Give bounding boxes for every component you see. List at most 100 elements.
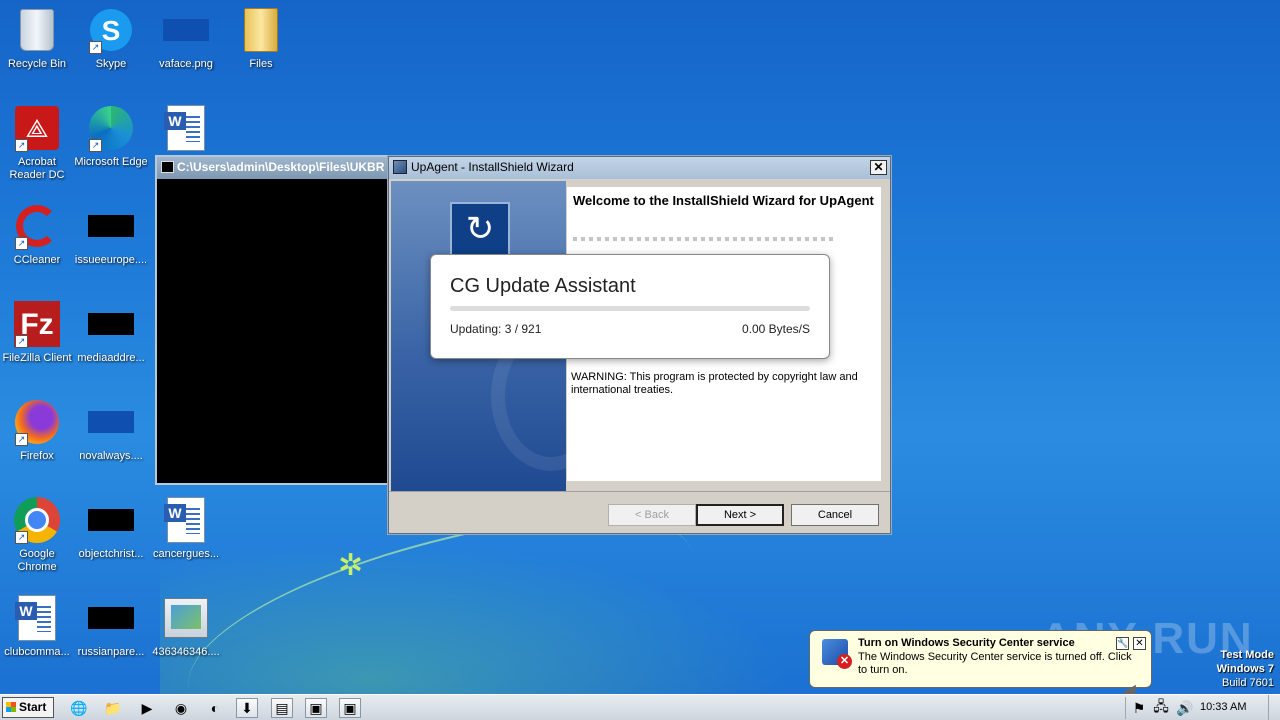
file-icon: [87, 496, 135, 544]
word-document-icon: W: [162, 104, 210, 152]
ccleaner-icon: ↗: [13, 202, 61, 250]
desktop-icon-label: 436346346....: [152, 646, 220, 658]
desktop-icon-word-doc[interactable]: W: [149, 104, 223, 156]
next-button[interactable]: Next >: [696, 504, 784, 526]
firefox-icon: ↗: [13, 398, 61, 446]
update-progress-bar: [450, 306, 810, 311]
action-center-tray-icon[interactable]: ⚑: [1128, 698, 1150, 718]
wizard-heading: Welcome to the InstallShield Wizard for …: [573, 193, 874, 208]
taskbar: Start 🌐 📁 ▶ ◉ ◐ ⬇ ▤ ▣ ▣ ⚑ 🖧 🔊 10:33 AM: [0, 694, 1280, 720]
windows-wallpaper-logo-icon: ✲: [338, 549, 364, 582]
installer-app-icon: [393, 160, 407, 174]
desktop-icon-label: Firefox: [20, 450, 54, 462]
edge-taskbar-icon[interactable]: ◐: [204, 698, 226, 718]
build-label: Build 7601: [1222, 677, 1274, 689]
desktop-icon-label: Skype: [95, 58, 127, 70]
explorer-taskbar-icon[interactable]: 📁: [102, 698, 124, 718]
desktop-icon-issueeurope[interactable]: issueeurope....: [74, 202, 148, 267]
file-icon: [87, 300, 135, 348]
desktop-icon-chrome[interactable]: ↗ Google Chrome: [0, 496, 74, 574]
desktop-icon-objectchrist[interactable]: objectchrist...: [74, 496, 148, 561]
test-mode-label: Test Mode: [1220, 649, 1274, 661]
chrome-taskbar-icon[interactable]: ◉: [170, 698, 192, 718]
tray-separator: [1125, 697, 1126, 719]
cmd-icon: [161, 161, 174, 173]
desktop-icon-novalways[interactable]: novalways....: [74, 398, 148, 463]
desktop-icon-filezilla[interactable]: Fz ↗ FileZilla Client: [0, 300, 74, 365]
desktop-icon-clubcomma[interactable]: W clubcomma...: [0, 594, 74, 659]
skype-icon: S ↗: [87, 6, 135, 54]
desktop-icon-label: Files: [249, 58, 273, 70]
back-button[interactable]: < Back: [608, 504, 696, 526]
system-info: Test Mode Windows 7 Build 7601: [1217, 648, 1274, 690]
desktop-icon-label: clubcomma...: [4, 646, 70, 658]
installshield-logo-icon: ↻: [450, 202, 510, 258]
acrobat-icon: ⟁ ↗: [13, 104, 61, 152]
close-button[interactable]: ✕: [870, 160, 887, 175]
options-icon[interactable]: 🔧: [1116, 637, 1129, 650]
os-label: Windows 7: [1216, 663, 1274, 675]
clock[interactable]: 10:33 AM: [1200, 701, 1246, 713]
update-speed: 0.00 Bytes/S: [741, 322, 810, 336]
wizard-titlebar[interactable]: UpAgent - InstallShield Wizard ✕: [389, 157, 890, 179]
file-icon: [87, 202, 135, 250]
desktop-icon-label: FileZilla Client: [2, 352, 72, 364]
error-icon: ✕: [837, 654, 852, 669]
update-popup-title: CG Update Assistant: [450, 275, 636, 297]
wizard-taskbar-icon[interactable]: ▣: [339, 698, 361, 718]
file-icon: [87, 594, 135, 642]
desktop-icon-label: Microsoft Edge: [74, 156, 148, 168]
desktop-icon-label: objectchrist...: [78, 548, 144, 560]
desktop-icon-label: Acrobat Reader DC: [9, 156, 65, 181]
wizard-title: UpAgent - InstallShield Wizard: [411, 160, 574, 174]
wizard-warning: WARNING: This program is protected by co…: [571, 371, 858, 396]
executable-icon: [162, 594, 210, 642]
console-window[interactable]: C:\Users\admin\Desktop\Files\UKBR: [155, 155, 807, 485]
desktop-icon-cancergues[interactable]: W cancergues...: [149, 496, 223, 561]
start-button[interactable]: Start: [2, 697, 54, 718]
wizard-footer: < Back Next > Cancel: [389, 491, 890, 533]
setup-taskbar-icon[interactable]: ▣: [305, 698, 327, 718]
console-titlebar[interactable]: C:\Users\admin\Desktop\Files\UKBR: [157, 157, 389, 179]
show-desktop-button[interactable]: [1268, 695, 1280, 720]
image-file-icon: [162, 6, 210, 54]
file-icon: [87, 398, 135, 446]
edge-icon: ↗: [87, 104, 135, 152]
ie-taskbar-icon[interactable]: 🌐: [68, 698, 90, 718]
desktop-icon-label: mediaaddre...: [77, 352, 145, 364]
balloon-title: Turn on Windows Security Center service: [858, 637, 1075, 649]
desktop-icon-ccleaner[interactable]: ↗ CCleaner: [0, 202, 74, 267]
security-center-balloon[interactable]: ✕ Turn on Windows Security Center servic…: [809, 630, 1152, 688]
desktop-icon-recycle-bin[interactable]: Recycle Bin: [0, 6, 74, 71]
desktop-icon-vaface[interactable]: vaface.png: [149, 6, 223, 71]
installer-taskbar-icon[interactable]: ⬇: [236, 698, 258, 718]
cmd-taskbar-icon[interactable]: ▤: [271, 698, 293, 718]
network-tray-icon[interactable]: 🖧: [1150, 698, 1172, 718]
console-title: C:\Users\admin\Desktop\Files\UKBR: [177, 160, 385, 174]
desktop-icon-label: russianpare...: [77, 646, 145, 658]
desktop-icon-firefox[interactable]: ↗ Firefox: [0, 398, 74, 463]
desktop-icon-files[interactable]: Files: [224, 6, 298, 71]
desktop-icon-skype[interactable]: S ↗ Skype: [74, 6, 148, 71]
balloon-close-button[interactable]: ✕: [1133, 637, 1146, 650]
recycle-bin-icon: [13, 6, 61, 54]
desktop-icon-edge[interactable]: ↗ Microsoft Edge: [74, 104, 148, 169]
word-document-icon: W: [162, 496, 210, 544]
desktop-icon-label: issueeurope....: [74, 254, 148, 266]
folder-icon: [237, 6, 285, 54]
desktop-icon-mediaaddre[interactable]: mediaaddre...: [74, 300, 148, 365]
desktop-icon-russianpare[interactable]: russianpare...: [74, 594, 148, 659]
desktop-icon-436346346[interactable]: 436346346....: [149, 594, 223, 659]
desktop-icon-acrobat[interactable]: ⟁ ↗ Acrobat Reader DC: [0, 104, 74, 182]
desktop-icon-label: cancergues...: [152, 548, 220, 560]
wizard-obscured-text: [573, 237, 833, 241]
desktop-icon-label: Recycle Bin: [7, 58, 67, 70]
cancel-button[interactable]: Cancel: [791, 504, 879, 526]
volume-tray-icon[interactable]: 🔊: [1174, 698, 1196, 718]
media-player-taskbar-icon[interactable]: ▶: [136, 698, 158, 718]
desktop-icon-label: Google Chrome: [17, 548, 57, 573]
desktop-icon-label: CCleaner: [13, 254, 61, 266]
filezilla-icon: Fz ↗: [13, 300, 61, 348]
balloon-text[interactable]: The Windows Security Center service is t…: [858, 651, 1141, 677]
chrome-icon: ↗: [13, 496, 61, 544]
